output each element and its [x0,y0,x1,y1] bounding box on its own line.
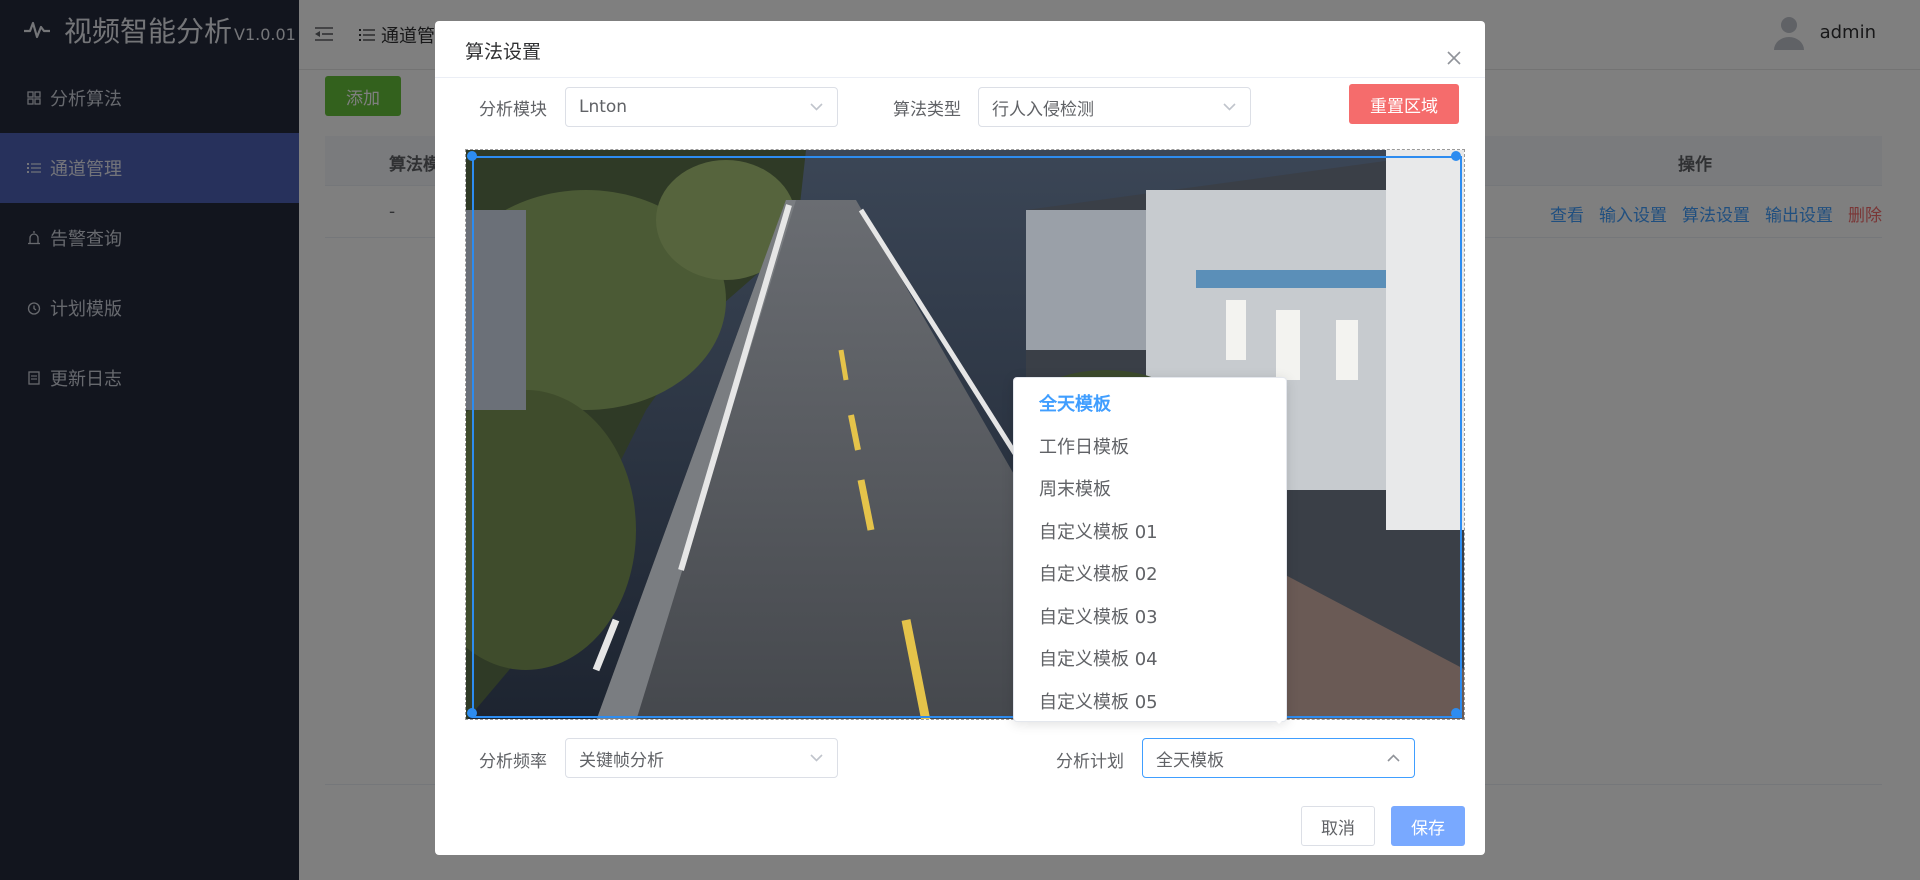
module-label: 分析模块 [479,100,547,120]
close-icon[interactable] [1447,51,1461,65]
freq-value: 关键帧分析 [579,750,664,771]
plan-select[interactable]: 全天模板 [1142,738,1415,778]
roi-handle[interactable] [467,151,477,161]
roi-handle[interactable] [1451,151,1461,161]
video-preview[interactable] [465,149,1465,720]
chevron-up-icon [1387,754,1400,762]
chevron-down-icon [1223,103,1236,111]
chevron-down-icon [810,103,823,111]
plan-option[interactable]: 自定义模板 04 [1014,639,1286,682]
plan-option[interactable]: 自定义模板 02 [1014,554,1286,597]
algo-type-select[interactable]: 行人入侵检测 [978,87,1251,127]
plan-dropdown: 全天模板 工作日模板 周末模板 自定义模板 01 自定义模板 02 自定义模板 … [1013,377,1287,722]
algo-type-value: 行人入侵检测 [992,99,1094,120]
plan-option[interactable]: 自定义模板 03 [1014,597,1286,640]
cancel-button[interactable]: 取消 [1301,806,1375,846]
plan-option[interactable]: 周末模板 [1014,469,1286,512]
plan-option[interactable]: 自定义模板 05 [1014,682,1286,722]
plan-value: 全天模板 [1156,750,1224,771]
roi-handle[interactable] [1451,708,1461,718]
dropdown-arrow [1272,717,1286,724]
algo-type-label: 算法类型 [893,100,961,120]
plan-option[interactable]: 工作日模板 [1014,427,1286,470]
divider [435,77,1485,78]
plan-label: 分析计划 [1056,752,1124,772]
algorithm-settings-dialog: 算法设置 分析模块 Lnton 算法类型 行人入侵检测 重置区域 全天模板 工作… [435,21,1485,855]
save-button[interactable]: 保存 [1391,806,1465,846]
freq-label: 分析频率 [479,752,547,772]
reset-region-button[interactable]: 重置区域 [1349,84,1459,124]
module-value: Lnton [579,97,628,117]
dialog-title: 算法设置 [465,41,542,63]
chevron-down-icon [810,754,823,762]
roi-region[interactable] [472,156,1462,718]
roi-handle[interactable] [467,708,477,718]
plan-option[interactable]: 全天模板 [1014,384,1286,427]
freq-select[interactable]: 关键帧分析 [565,738,838,778]
plan-option[interactable]: 自定义模板 01 [1014,512,1286,555]
module-select[interactable]: Lnton [565,87,838,127]
